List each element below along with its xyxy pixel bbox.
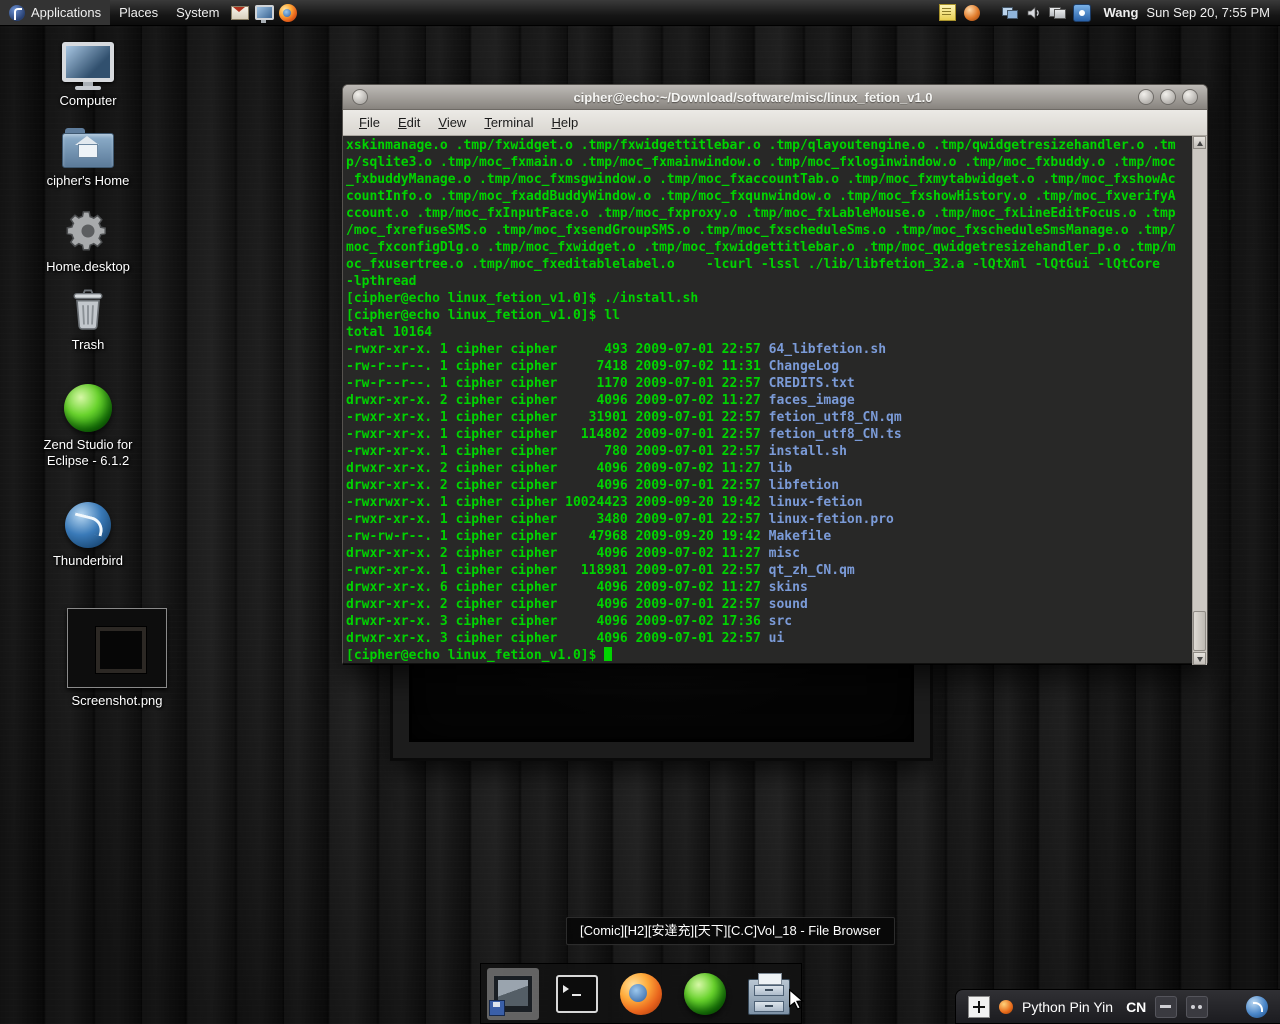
desktop-icon-label: cipher's Home [46,173,130,188]
desktop-icon-label: Zend Studio for Eclipse - 6.1.2 [43,437,133,468]
engine-icon[interactable] [999,999,1013,1014]
distro-logo-icon [9,4,25,21]
zend-studio-icon [64,384,112,432]
window-title: cipher@echo:~/Download/software/misc/lin… [573,89,933,105]
gear-icon [65,208,111,254]
system-menu-label: System [176,5,220,20]
floppy-icon [489,999,505,1016]
desktop-icon-label: Trash [71,337,105,352]
scrollbar-thumb[interactable] [1193,611,1206,651]
menu-help[interactable]: Help [543,113,586,132]
network-icon [1001,6,1018,19]
network-tray-item[interactable] [998,0,1022,25]
terminal-content-area: xskinmanage.o .tmp/fxwidget.o .tmp/fxwid… [343,136,1207,665]
desktop-icon-computer[interactable]: Computer [28,42,148,109]
language-toggle[interactable]: CN [1126,999,1146,1015]
trash-icon [66,284,110,332]
dock-item-firefox[interactable] [615,968,667,1020]
monitor-icon [254,5,274,23]
minimize-button[interactable] [1138,89,1154,105]
display-launcher-icon[interactable] [252,0,276,25]
username[interactable]: Wang [1104,5,1139,20]
dock-item-zend[interactable] [679,968,731,1020]
file-browser-icon [748,972,790,1015]
thunderbird-icon [65,502,111,548]
input-method-tray-item[interactable] [1070,0,1094,25]
menu-file[interactable]: File [351,113,388,132]
displays-icon [1049,6,1066,19]
globe-icon [963,4,980,21]
desktop-icon-label: Thunderbird [52,553,124,568]
terminal-scrollbar[interactable] [1192,136,1207,665]
clock[interactable]: Sun Sep 20, 7:55 PM [1146,5,1270,20]
tray-spacer [984,0,998,25]
terminal-cursor [604,647,613,661]
mail-icon [231,5,250,20]
notes-tray-item[interactable] [936,0,960,25]
input-method-icon [1072,3,1091,22]
mail-launcher-icon[interactable] [228,0,252,25]
applications-menu-label: Applications [31,5,102,20]
firefox-icon [279,3,298,22]
fullwidth-toggle-icon[interactable] [1155,995,1178,1018]
image-viewer-icon [489,974,533,1016]
applications-menu[interactable]: Applications [0,0,111,25]
terminal-icon [556,974,598,1013]
menu-terminal[interactable]: Terminal [476,113,541,132]
desktop-icon-home-desktop[interactable]: Home.desktop [28,208,148,275]
dock-item-terminal[interactable] [551,968,603,1020]
places-menu[interactable]: Places [110,0,167,25]
maximize-button[interactable] [1160,89,1176,105]
bottom-dock [480,963,802,1024]
places-menu-label: Places [119,5,159,20]
desktop-icon-screenshot[interactable]: Screenshot.png [55,608,179,709]
engine-name[interactable]: Python Pin Yin [1022,999,1113,1015]
terminal-window: cipher@echo:~/Download/software/misc/lin… [342,84,1208,665]
globe-tray-item[interactable] [960,0,984,25]
home-folder-icon [62,128,114,168]
zend-icon [684,972,726,1015]
window-titlebar[interactable]: cipher@echo:~/Download/software/misc/lin… [343,85,1207,110]
desktop-icon-label: Screenshot.png [71,693,163,708]
dock-item-file-browser[interactable] [743,968,795,1020]
volume-icon [1027,6,1039,19]
dock-item-image-viewer[interactable] [487,967,539,1020]
window-menu-button[interactable] [352,89,368,105]
desktop-icon-trash[interactable]: Trash [28,284,148,353]
firefox-icon [620,972,662,1015]
input-method-bar: Python Pin Yin CN [955,989,1280,1024]
desktop-icon-label: Computer [59,93,117,108]
taskbar-tooltip: [Comic][H2][安達充][天下][C.C]Vol_18 - File B… [566,917,895,945]
desktop-icon-zend[interactable]: Zend Studio for Eclipse - 6.1.2 [28,384,148,469]
system-menu[interactable]: System [167,0,228,25]
pinyin-mode-icon[interactable] [968,995,990,1018]
displays-tray-item[interactable] [1046,0,1070,25]
menu-edit[interactable]: Edit [390,113,428,132]
image-thumbnail-icon [67,608,167,688]
terminal-output[interactable]: xskinmanage.o .tmp/fxwidget.o .tmp/fxwid… [343,136,1193,665]
volume-tray-item[interactable] [1022,0,1046,25]
scroll-up-arrow[interactable] [1193,136,1206,149]
terminal-menubar: File Edit View Terminal Help [343,110,1207,136]
menu-view[interactable]: View [430,113,474,132]
top-panel: Applications Places System Wang Sun Sep … [0,0,1280,26]
notes-icon [939,4,956,21]
punctuation-toggle-icon[interactable] [1186,995,1209,1018]
scim-logo-icon[interactable] [1246,995,1268,1018]
close-button[interactable] [1182,89,1198,105]
computer-icon [61,42,115,90]
desktop-icon-label: Home.desktop [46,259,130,274]
scroll-down-arrow[interactable] [1193,652,1206,665]
desktop-icon-thunderbird[interactable]: Thunderbird [28,502,148,569]
desktop-icon-home[interactable]: cipher's Home [28,128,148,189]
firefox-launcher-icon[interactable] [276,0,300,25]
